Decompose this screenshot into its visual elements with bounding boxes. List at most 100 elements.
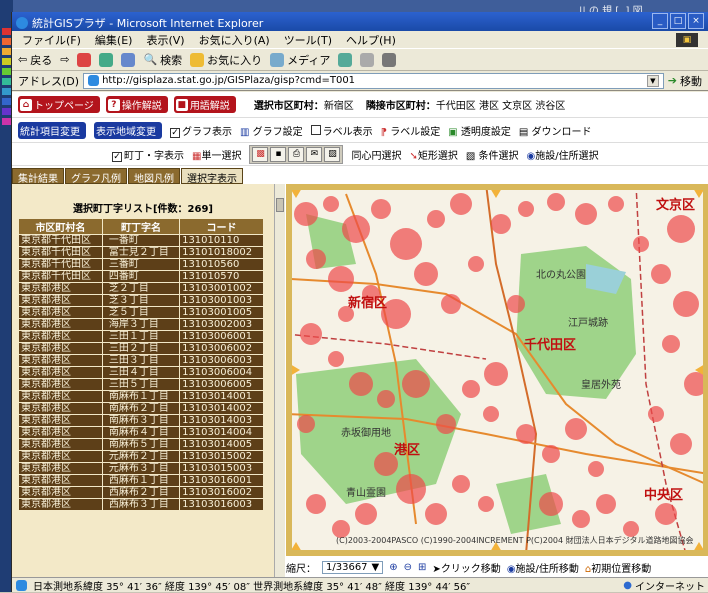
tab-graph-legend[interactable]: グラフ凡例 bbox=[65, 168, 127, 185]
menu-edit[interactable]: 編集(E) bbox=[95, 32, 133, 48]
label-shinjuku: 新宿区 bbox=[348, 296, 388, 311]
address-input[interactable]: http://gisplaza.stat.go.jp/GISPlaza/gisp… bbox=[83, 72, 664, 89]
zoom-box-icon[interactable]: ⊞ bbox=[418, 562, 426, 573]
table-row[interactable]: 東京都港区 三田３丁目 13103006003 bbox=[18, 354, 264, 367]
rect-select-button[interactable]: ➘矩形選択 bbox=[409, 147, 457, 162]
address-dropdown-icon[interactable]: ▼ bbox=[646, 74, 659, 87]
menu-bar: ファイル(F) 編集(E) 表示(V) お気に入り(A) ツール(T) ヘルプ(… bbox=[12, 31, 708, 49]
graph-show-checkbox[interactable]: ✓ グラフ表示 bbox=[170, 123, 232, 138]
town-show-checkbox[interactable]: ✓ 町丁・字表示 bbox=[112, 147, 184, 162]
label-setting-button[interactable]: ⁋ ラベル設定 bbox=[381, 123, 441, 138]
history-button[interactable] bbox=[338, 52, 353, 67]
back-button[interactable]: ⇦ 戻る bbox=[18, 52, 52, 68]
select-tool-icon[interactable]: ▩ bbox=[252, 147, 269, 162]
maximize-button[interactable]: □ bbox=[670, 13, 686, 29]
single-select-label: 単一選択 bbox=[201, 151, 242, 162]
table-row[interactable]: 東京都港区 三田２丁目 13103006002 bbox=[18, 342, 264, 355]
minimize-button[interactable]: _ bbox=[652, 13, 668, 29]
facility-select-button[interactable]: ◉施設/住所選択 bbox=[526, 147, 598, 162]
label-akasaka: 赤坂御用地 bbox=[341, 428, 391, 439]
label-show-label: ラベル表示 bbox=[322, 127, 373, 138]
table-row[interactable]: 東京都千代田区 四番町 131010570 bbox=[18, 270, 264, 283]
scale-select[interactable]: 1/33667 ▼ bbox=[322, 561, 384, 574]
print-button[interactable] bbox=[382, 52, 397, 67]
table-row[interactable]: 東京都千代田区 一番町 131010110 bbox=[18, 234, 264, 247]
initial-move-button[interactable]: ⌂初期位置移動 bbox=[585, 560, 651, 575]
scrollbar-thumb[interactable] bbox=[276, 198, 284, 212]
municipality-cell: 東京都港区 bbox=[18, 342, 103, 355]
graph-bubble bbox=[542, 445, 560, 463]
table-row[interactable]: 東京都港区 南麻布３丁目 13103014003 bbox=[18, 414, 264, 427]
tab-results[interactable]: 集計結果 bbox=[12, 168, 64, 185]
map-view[interactable]: 新宿区 千代田区 港区 中央区 文京区 江戸城跡 北の丸公園 皇居外苑 赤坂御用… bbox=[286, 184, 708, 556]
label-show-checkbox[interactable]: ラベル表示 bbox=[310, 123, 373, 138]
municipality-cell: 東京都港区 bbox=[18, 282, 103, 295]
stat-change-button[interactable]: 統計項目変更 bbox=[18, 122, 86, 139]
home-button[interactable] bbox=[121, 52, 136, 67]
search-button[interactable]: 🔍 検索 bbox=[143, 52, 182, 68]
table-row[interactable]: 東京都港区 南麻布５丁目 13103014005 bbox=[18, 438, 264, 451]
table-row[interactable]: 東京都港区 海岸３丁目 13103002003 bbox=[18, 318, 264, 331]
table-row[interactable]: 東京都港区 西麻布１丁目 13103016001 bbox=[18, 474, 264, 487]
graph-setting-button[interactable]: ▥ グラフ設定 bbox=[240, 123, 303, 138]
menu-view[interactable]: 表示(V) bbox=[146, 32, 184, 48]
stop-button[interactable] bbox=[77, 52, 92, 67]
town-cell: 一番町 bbox=[101, 234, 181, 247]
download-button[interactable]: ▤ ダウンロード bbox=[519, 123, 592, 138]
zoom-out-icon[interactable]: ⊖ bbox=[404, 562, 412, 573]
menu-file[interactable]: ファイル(F) bbox=[22, 32, 81, 48]
mail-icon[interactable]: ✉ bbox=[306, 147, 323, 162]
town-show-label: 町丁・字表示 bbox=[124, 151, 184, 162]
close-button[interactable]: × bbox=[688, 13, 704, 29]
graph-bubble bbox=[596, 494, 616, 514]
condition-select-button[interactable]: ▧ 条件選択 bbox=[466, 147, 519, 162]
facility-move-button[interactable]: ◉施設/住所移動 bbox=[507, 560, 579, 575]
table-row[interactable]: 東京都港区 芝５丁目 13103001005 bbox=[18, 306, 264, 319]
mail-button[interactable] bbox=[360, 52, 375, 67]
save-icon[interactable]: ▪ bbox=[270, 147, 287, 162]
menu-favorites[interactable]: お気に入り(A) bbox=[199, 32, 270, 48]
area-change-button[interactable]: 表示地域変更 bbox=[94, 122, 162, 139]
table-row[interactable]: 東京都港区 南麻布２丁目 13103014002 bbox=[18, 402, 264, 415]
table-row[interactable]: 東京都千代田区 富士見２丁目 13101018002 bbox=[18, 246, 264, 259]
table-row[interactable]: 東京都千代田区 三番町 131010560 bbox=[18, 258, 264, 271]
image-icon[interactable]: ▨ bbox=[324, 147, 341, 162]
manual-button[interactable]: ? 操作解説 bbox=[105, 96, 168, 113]
click-move-button[interactable]: ➤クリック移動 bbox=[432, 560, 500, 575]
page-done-icon bbox=[16, 579, 27, 591]
table-row[interactable]: 東京都港区 三田４丁目 13103006004 bbox=[18, 366, 264, 379]
concentric-select-button[interactable]: 同心円選択 bbox=[351, 147, 401, 162]
favorites-button[interactable]: お気に入り bbox=[190, 52, 262, 68]
address-bar: アドレス(D) http://gisplaza.stat.go.jp/GISPl… bbox=[12, 71, 708, 91]
table-row[interactable]: 東京都港区 三田５丁目 13103006005 bbox=[18, 378, 264, 391]
table-row[interactable]: 東京都港区 芝３丁目 13103001003 bbox=[18, 294, 264, 307]
refresh-button[interactable] bbox=[99, 52, 114, 67]
table-row[interactable]: 東京都港区 芝２丁目 13103001002 bbox=[18, 282, 264, 295]
transparency-icon: ▣ bbox=[448, 127, 458, 138]
top-page-button[interactable]: ⌂ トップページ bbox=[18, 96, 100, 113]
map-copyright: (C)2003-2004PASCO (C)1990-2004INCREMENT … bbox=[336, 536, 694, 545]
town-cell: 元麻布２丁目 bbox=[101, 450, 181, 463]
initial-move-label: 初期位置移動 bbox=[591, 564, 652, 575]
table-row[interactable]: 東京都港区 三田１丁目 13103006001 bbox=[18, 330, 264, 343]
single-select-button[interactable]: ▦単一選択 bbox=[192, 147, 241, 162]
table-row[interactable]: 東京都港区 元麻布３丁目 13103015003 bbox=[18, 462, 264, 475]
glossary-button[interactable]: ■ 用語解説 bbox=[173, 96, 236, 113]
table-row[interactable]: 東京都港区 元麻布２丁目 13103015002 bbox=[18, 450, 264, 463]
zoom-in-icon[interactable]: ⊕ bbox=[389, 562, 397, 573]
menu-tools[interactable]: ツール(T) bbox=[284, 32, 332, 48]
print-icon[interactable]: ⎙ bbox=[288, 147, 305, 162]
menu-help[interactable]: ヘルプ(H) bbox=[346, 32, 396, 48]
table-row[interactable]: 東京都港区 南麻布４丁目 13103014004 bbox=[18, 426, 264, 439]
tab-map-legend[interactable]: 地図凡例 bbox=[128, 168, 180, 185]
table-row[interactable]: 東京都港区 西麻布３丁目 13103016003 bbox=[18, 498, 264, 511]
tab-selection[interactable]: 選択字表示 bbox=[181, 168, 243, 185]
forward-button[interactable]: ⇨ bbox=[60, 53, 69, 66]
media-button[interactable]: メディア bbox=[270, 52, 330, 68]
table-row[interactable]: 東京都港区 西麻布２丁目 13103016002 bbox=[18, 486, 264, 499]
pin-icon: ◉ bbox=[506, 564, 516, 575]
panel-scrollbar[interactable] bbox=[274, 184, 285, 577]
transparency-button[interactable]: ▣ 透明度設定 bbox=[448, 123, 511, 138]
go-button[interactable]: ➔ 移動 bbox=[668, 73, 702, 89]
table-row[interactable]: 東京都港区 南麻布１丁目 13103014001 bbox=[18, 390, 264, 403]
